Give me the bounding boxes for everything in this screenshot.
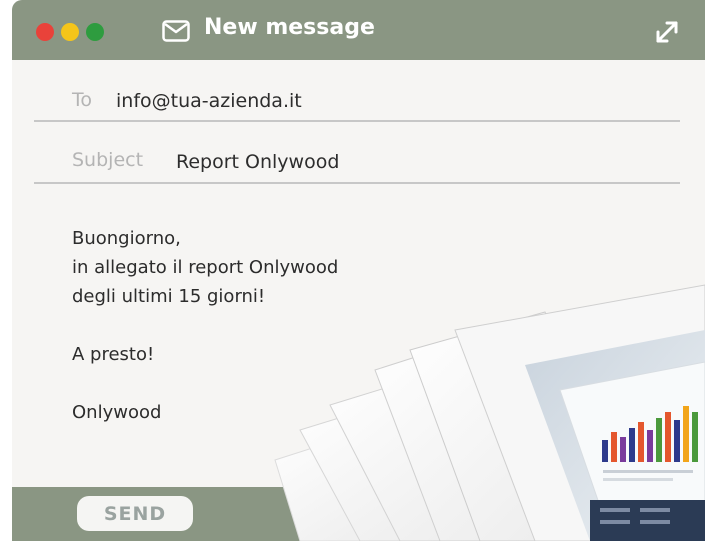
send-button[interactable]: SEND [77, 496, 193, 531]
close-window-button[interactable] [36, 23, 54, 41]
window-titlebar: New message [12, 0, 705, 60]
compose-window: New message To info@tua-azienda.it Subje… [12, 0, 705, 541]
window-footer: SEND [12, 487, 705, 541]
message-closing: A presto! [72, 344, 155, 365]
expand-icon[interactable] [654, 19, 680, 49]
subject-input[interactable]: Report Onlywood [176, 151, 339, 173]
message-signature: Onlywood [72, 402, 162, 423]
maximize-window-button[interactable] [86, 23, 104, 41]
subject-field[interactable]: Subject Report Onlywood [34, 142, 680, 184]
message-greeting: Buongiorno, [72, 228, 181, 249]
message-line: in allegato il report Onlywood [72, 257, 339, 278]
message-body[interactable]: Buongiorno, in allegato il report Onlywo… [72, 224, 432, 427]
window-title: New message [204, 15, 375, 40]
to-input[interactable]: info@tua-azienda.it [116, 90, 302, 112]
to-label: To [72, 89, 93, 111]
to-field[interactable]: To info@tua-azienda.it [34, 80, 680, 122]
message-line: degli ultimi 15 giorni! [72, 286, 266, 307]
mail-icon [162, 20, 190, 46]
subject-label: Subject [72, 149, 144, 171]
minimize-window-button[interactable] [61, 23, 79, 41]
